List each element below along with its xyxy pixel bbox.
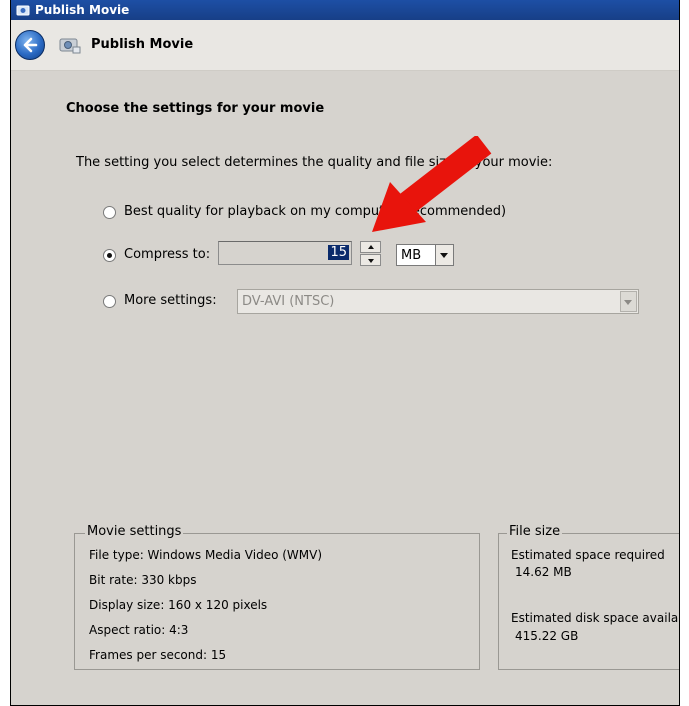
publish-movie-icon [59,38,81,54]
compress-to-label[interactable]: Compress to: [124,247,210,262]
chevron-down-icon[interactable] [435,245,453,265]
publish-movie-window: Publish Movie Publish Movie Choose the s… [10,0,680,706]
back-arrow-icon [23,37,38,53]
estimated-available-value: 415.22 GB [515,629,579,643]
spin-down-button[interactable] [360,254,381,266]
size-unit-value: MB [401,248,422,263]
settings-heading: Choose the settings for your movie [66,101,325,116]
estimated-available-label: Estimated disk space available [511,611,680,625]
compress-size-spinner[interactable] [360,241,381,267]
best-quality-radio[interactable] [103,206,116,219]
movie-setting-line: Bit rate: 330 kbps [89,573,197,587]
file-size-legend: File size [507,524,563,539]
wizard-content: Choose the settings for your movie The s… [11,71,680,705]
movie-setting-line: File type: Windows Media Video (WMV) [89,548,323,562]
chevron-down-icon[interactable] [620,291,637,312]
movie-settings-legend: Movie settings [85,524,184,539]
estimated-required-label: Estimated space required [511,548,665,562]
more-settings-value: DV-AVI (NTSC) [242,294,335,309]
wizard-nav-bar: Publish Movie [11,20,679,71]
movie-maker-icon [16,5,30,16]
more-settings-radio[interactable] [103,295,116,308]
page-title: Publish Movie [91,37,194,52]
estimated-required-value: 14.62 MB [515,565,572,579]
movie-setting-line: Frames per second: 15 [89,648,227,662]
back-button[interactable] [15,30,45,60]
more-settings-label[interactable]: More settings: [124,293,217,308]
more-settings-dropdown[interactable]: DV-AVI (NTSC) [237,289,639,314]
compress-size-value: 15 [328,245,349,260]
movie-setting-line: Aspect ratio: 4:3 [89,623,189,637]
compress-to-radio[interactable] [103,249,116,262]
window-title: Publish Movie [35,3,130,17]
red-annotation-arrow [372,136,492,232]
compress-size-input[interactable]: 15 [218,241,352,265]
size-unit-dropdown[interactable]: MB [396,244,454,266]
title-bar: Publish Movie [11,0,679,20]
movie-setting-line: Display size: 160 x 120 pixels [89,598,268,612]
